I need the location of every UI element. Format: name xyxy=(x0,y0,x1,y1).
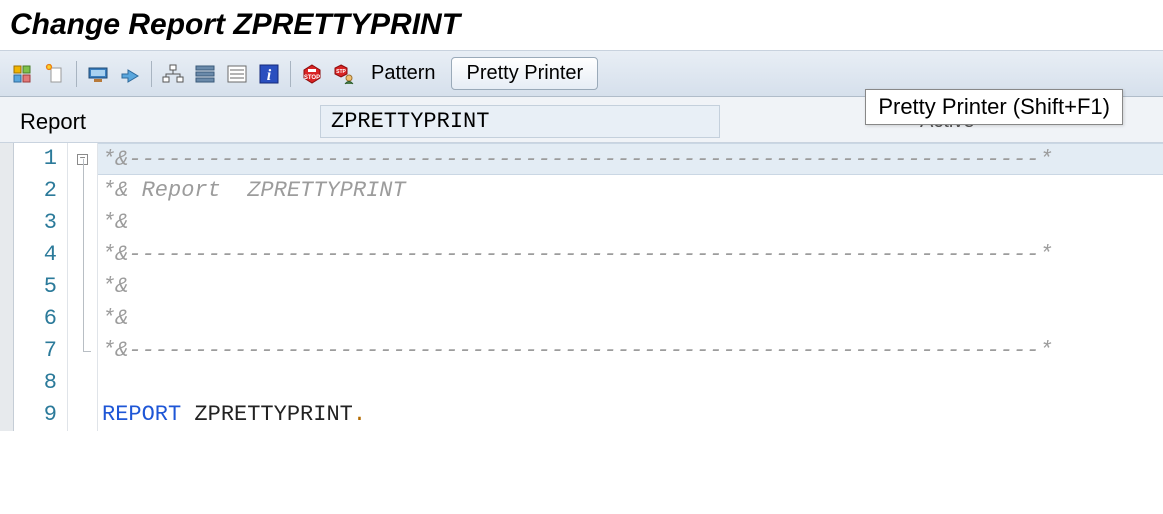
new-object-icon[interactable] xyxy=(40,59,70,89)
list-icon[interactable] xyxy=(222,59,252,89)
editor-left-tab[interactable] xyxy=(0,143,14,431)
toolbar-separator xyxy=(151,61,152,87)
fold-guide xyxy=(68,399,97,431)
fold-guide xyxy=(68,303,97,335)
pretty-printer-button[interactable]: Pretty Printer xyxy=(451,57,598,90)
hierarchy-icon[interactable] xyxy=(158,59,188,89)
code-line[interactable]: *&--------------------------------------… xyxy=(98,239,1163,271)
report-label: Report xyxy=(20,109,320,135)
code-line[interactable]: *& xyxy=(98,303,1163,335)
line-number: 5 xyxy=(14,271,67,303)
fold-guide xyxy=(68,335,97,367)
code-line[interactable] xyxy=(98,367,1163,399)
display-object-icon[interactable] xyxy=(83,59,113,89)
fold-guide xyxy=(68,239,97,271)
svg-text:STOP: STOP xyxy=(304,75,320,81)
svg-text:i: i xyxy=(267,67,272,84)
code-line[interactable]: *& Report ZPRETTYPRINT xyxy=(98,175,1163,207)
line-number: 4 xyxy=(14,239,67,271)
fold-guide xyxy=(68,367,97,399)
line-number: 8 xyxy=(14,367,67,399)
line-number: 3 xyxy=(14,207,67,239)
other-object-icon[interactable] xyxy=(8,59,38,89)
check-icon[interactable] xyxy=(190,59,220,89)
line-gutter: 1 2 3 4 5 6 7 8 9 xyxy=(14,143,68,431)
toolbar-separator xyxy=(290,61,291,87)
fold-guide xyxy=(68,271,97,303)
toolbar-separator xyxy=(76,61,77,87)
fold-guide xyxy=(68,175,97,207)
activate-icon[interactable] xyxy=(115,59,145,89)
line-number: 1 xyxy=(14,143,67,175)
info-icon[interactable]: i xyxy=(254,59,284,89)
breakpoint-user-icon[interactable]: STP xyxy=(329,59,359,89)
breakpoint-set-icon[interactable]: STOP xyxy=(297,59,327,89)
code-line[interactable]: *&--------------------------------------… xyxy=(98,143,1163,175)
code-area[interactable]: *&--------------------------------------… xyxy=(98,143,1163,431)
line-number: 2 xyxy=(14,175,67,207)
pattern-button[interactable]: Pattern xyxy=(361,60,445,87)
svg-text:STP: STP xyxy=(336,69,346,75)
line-number: 9 xyxy=(14,399,67,431)
info-bar: Report Active Pretty Printer (Shift+F1) xyxy=(0,97,1163,142)
fold-column: − xyxy=(68,143,98,431)
line-number: 6 xyxy=(14,303,67,335)
fold-guide xyxy=(68,207,97,239)
fold-toggle[interactable]: − xyxy=(68,143,97,175)
page-title: Change Report ZPRETTYPRINT xyxy=(0,0,1163,50)
report-name-input[interactable] xyxy=(320,105,720,138)
pretty-printer-tooltip: Pretty Printer (Shift+F1) xyxy=(865,89,1123,125)
code-line[interactable]: REPORT ZPRETTYPRINT. xyxy=(98,399,1163,431)
code-line[interactable]: *& xyxy=(98,207,1163,239)
code-line[interactable]: *& xyxy=(98,271,1163,303)
line-number: 7 xyxy=(14,335,67,367)
editor: 1 2 3 4 5 6 7 8 9 − *&------------------… xyxy=(0,142,1163,431)
code-line[interactable]: *&--------------------------------------… xyxy=(98,335,1163,367)
